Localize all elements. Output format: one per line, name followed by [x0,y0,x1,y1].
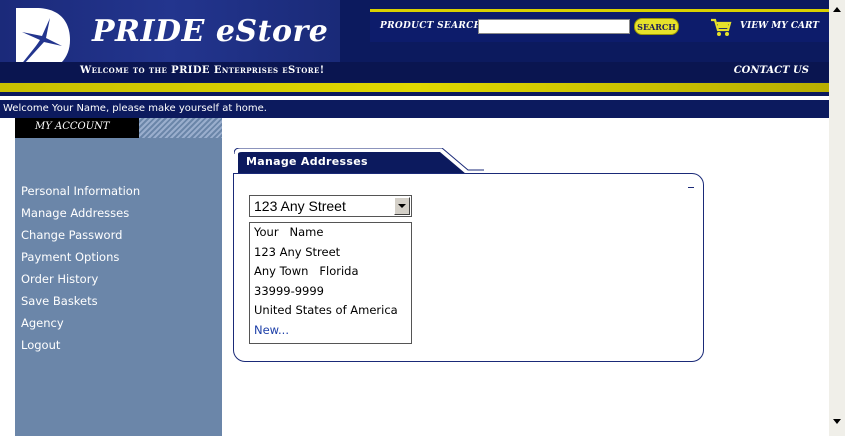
sidebar-item-change-password[interactable]: Change Password [21,224,140,246]
tab-hatch-decoration [139,118,222,138]
view-cart-link[interactable]: VIEW MY CART [740,21,819,31]
sidebar-item-personal-information[interactable]: Personal Information [21,180,140,202]
dropdown-arrow-icon[interactable] [394,197,410,215]
sidebar-item-manage-addresses[interactable]: Manage Addresses [21,202,140,224]
product-search-bar: PRODUCT SEARCH SEARCH VIEW MY CART [370,9,829,42]
brand-name[interactable]: PRIDE eStore [92,14,328,49]
address-line-street: 123 Any Street [254,244,341,259]
panel-title: Manage Addresses [246,155,368,168]
cart-icon[interactable] [710,17,732,37]
vertical-scrollbar[interactable] [829,0,845,436]
contact-us-link[interactable]: CONTACT US [734,65,809,76]
product-search-label: PRODUCT SEARCH [380,21,483,31]
welcome-band: Welcome to the PRIDE Enterprises eStore!… [0,62,829,82]
address-line-zip: 33999-9999 [254,283,324,298]
product-search-input[interactable] [478,19,630,34]
address-detail-list: Your Name 123 Any Street Any Town Florid… [249,222,412,344]
search-button[interactable]: SEARCH [634,18,679,35]
new-address-link[interactable]: New... [250,321,411,341]
address-line-country: United States of America [254,303,398,318]
my-account-tab: MY ACCOUNT [15,118,139,138]
site-header: PRIDE eStore PRODUCT SEARCH SEARCH VIEW … [0,0,829,96]
scroll-down-icon[interactable] [833,419,841,424]
address-line-city-state: Any Town Florida [254,264,359,279]
account-menu: Personal Information Manage Addresses Ch… [21,180,140,356]
account-sidebar: MY ACCOUNT Personal Information Manage A… [15,118,222,436]
sidebar-item-save-baskets[interactable]: Save Baskets [21,290,140,312]
header-stripe [0,83,829,92]
scroll-up-icon[interactable] [833,7,841,12]
sidebar-item-payment-options[interactable]: Payment Options [21,246,140,268]
address-select[interactable]: 123 Any Street [249,195,412,217]
address-line-name: Your Name [254,225,324,239]
frame-corner-mark [688,187,694,188]
welcome-band-text: Welcome to the PRIDE Enterprises eStore! [80,65,325,76]
my-account-heading: MY ACCOUNT [35,121,110,132]
greeting-text: Welcome Your Name, please make yourself … [3,103,267,114]
sidebar-item-agency[interactable]: Agency [21,312,140,334]
logo-area: PRIDE eStore [0,0,340,72]
sidebar-item-logout[interactable]: Logout [21,334,140,356]
greeting-bar: Welcome Your Name, please make yourself … [0,100,829,118]
address-select-value: 123 Any Street [254,198,346,214]
sidebar-item-order-history[interactable]: Order History [21,268,140,290]
